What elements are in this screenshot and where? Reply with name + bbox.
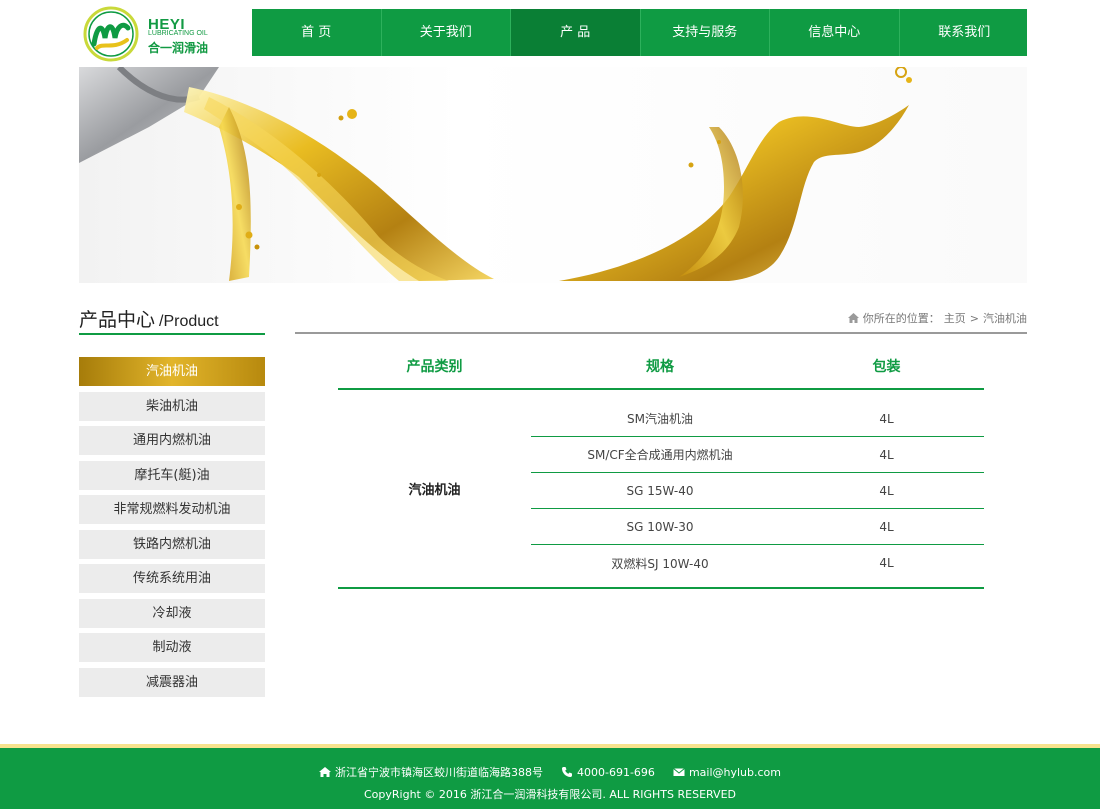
package-cell: 4L [879, 483, 894, 498]
footer-phone[interactable]: 4000-691-696 [577, 766, 655, 779]
table-body: 汽油机油 SM汽油机油 4L SM/CF全合成通用内燃机油 4L SG 15W-… [338, 390, 984, 589]
home-icon [847, 313, 859, 323]
nav-item-home[interactable]: 首 页 [252, 9, 382, 56]
table-row: SM汽油机油 4L [531, 401, 984, 437]
sidebar-item-brake-fluid[interactable]: 制动液 [79, 633, 265, 662]
package-cell: 4L [879, 411, 894, 426]
footer-address: 浙江省宁波市镇海区蛟川街道临海路388号 [335, 766, 543, 779]
home-icon [319, 767, 331, 777]
header-category: 产品类别 [406, 359, 463, 375]
product-table: 产品类别 规格 包装 汽油机油 SM汽油机油 4L SM/CF全合成通用内燃机油… [338, 346, 984, 589]
header-package: 包装 [872, 359, 901, 375]
table-header: 产品类别 规格 包装 [338, 346, 984, 390]
sidebar-item-alt-fuel-oil[interactable]: 非常规燃料发动机油 [79, 495, 265, 524]
nav-item-about[interactable]: 关于我们 [382, 9, 511, 56]
sidebar-heading: 产品中心/Product [79, 305, 265, 335]
header-spec: 规格 [646, 359, 674, 375]
sidebar-item-railway-oil[interactable]: 铁路内燃机油 [79, 529, 265, 559]
table-row: SM/CF全合成通用内燃机油 4L [531, 437, 984, 473]
category-cell: 汽油机油 [408, 483, 461, 498]
phone-icon [562, 767, 572, 777]
main-nav: 首 页 关于我们 产 品 支持与服务 信息中心 联系我们 [252, 9, 1027, 56]
table-row: 双燃料SJ 10W-40 4L [531, 545, 984, 581]
spec-cell: 双燃料SJ 10W-40 [611, 556, 709, 571]
sidebar-title-en: /Product [159, 313, 219, 330]
table-row: SG 15W-40 4L [531, 473, 984, 509]
table-row: SG 10W-30 4L [531, 509, 984, 545]
sidebar-menu: 汽油机油 柴油机油 通用内燃机油 摩托车(艇)油 非常规燃料发动机油 铁路内燃机… [79, 357, 265, 702]
package-cell: 4L [879, 556, 894, 570]
brand-subtitle: LUBRICATING OIL [148, 30, 208, 37]
nav-item-support[interactable]: 支持与服务 [641, 9, 770, 56]
footer-email[interactable]: mail@hylub.com [689, 766, 781, 779]
spec-cell: SM汽油机油 [627, 412, 693, 426]
sidebar-item-diesel-oil[interactable]: 柴油机油 [79, 391, 265, 421]
mail-icon [673, 768, 685, 776]
sidebar-item-transmission-oil[interactable]: 传统系统用油 [79, 564, 265, 593]
site-header: HEYI LUBRICATING OIL 合一润滑油 首 页 关于我们 产 品 … [0, 0, 1100, 67]
breadcrumb-separator: > [969, 311, 979, 325]
spec-cell: SG 15W-40 [626, 483, 694, 498]
site-footer: 浙江省宁波市镇海区蛟川街道临海路388号 4000-691-696 mail@h… [0, 744, 1100, 809]
brand-name-cn: 合一润滑油 [148, 41, 209, 55]
sidebar-item-universal-engine-oil[interactable]: 通用内燃机油 [79, 426, 265, 455]
package-cell: 4L [879, 447, 894, 462]
footer-copyright: CopyRight © 2016 浙江合一润滑科技有限公司. ALL RIGHT… [363, 788, 737, 801]
breadcrumb-divider [295, 332, 1027, 334]
breadcrumb-prefix: 你所在的位置： [862, 312, 940, 325]
breadcrumb-home-link[interactable]: 主页 [944, 310, 966, 326]
breadcrumb: 你所在的位置： 主页 > 汽油机油 [847, 310, 1027, 326]
nav-item-news[interactable]: 信息中心 [770, 9, 900, 56]
sidebar-item-gasoline-oil[interactable]: 汽油机油 [79, 357, 265, 386]
breadcrumb-current: 汽油机油 [983, 312, 1027, 325]
sidebar-item-shock-oil[interactable]: 减震器油 [79, 667, 265, 697]
spec-rows: SM汽油机油 4L SM/CF全合成通用内燃机油 4L SG 15W-40 4L… [531, 401, 984, 581]
spec-cell: SG 10W-30 [626, 519, 694, 534]
sidebar-title-cn: 产品中心 [79, 309, 156, 331]
nav-item-contact[interactable]: 联系我们 [900, 9, 1030, 56]
footer-contact-line: 浙江省宁波市镇海区蛟川街道临海路388号 4000-691-696 mail@h… [0, 764, 1100, 780]
brand-logo[interactable]: HEYI LUBRICATING OIL 合一润滑油 [83, 6, 223, 62]
hero-banner [79, 67, 1027, 283]
spec-cell: SM/CF全合成通用内燃机油 [587, 448, 733, 462]
oil-splash-illustration [79, 67, 912, 281]
sidebar-item-motorcycle-oil[interactable]: 摩托车(艇)油 [79, 460, 265, 490]
package-cell: 4L [879, 519, 894, 534]
sidebar-item-coolant[interactable]: 冷却液 [79, 598, 265, 628]
nav-item-products[interactable]: 产 品 [511, 9, 641, 56]
logo-mark-icon [83, 6, 139, 62]
